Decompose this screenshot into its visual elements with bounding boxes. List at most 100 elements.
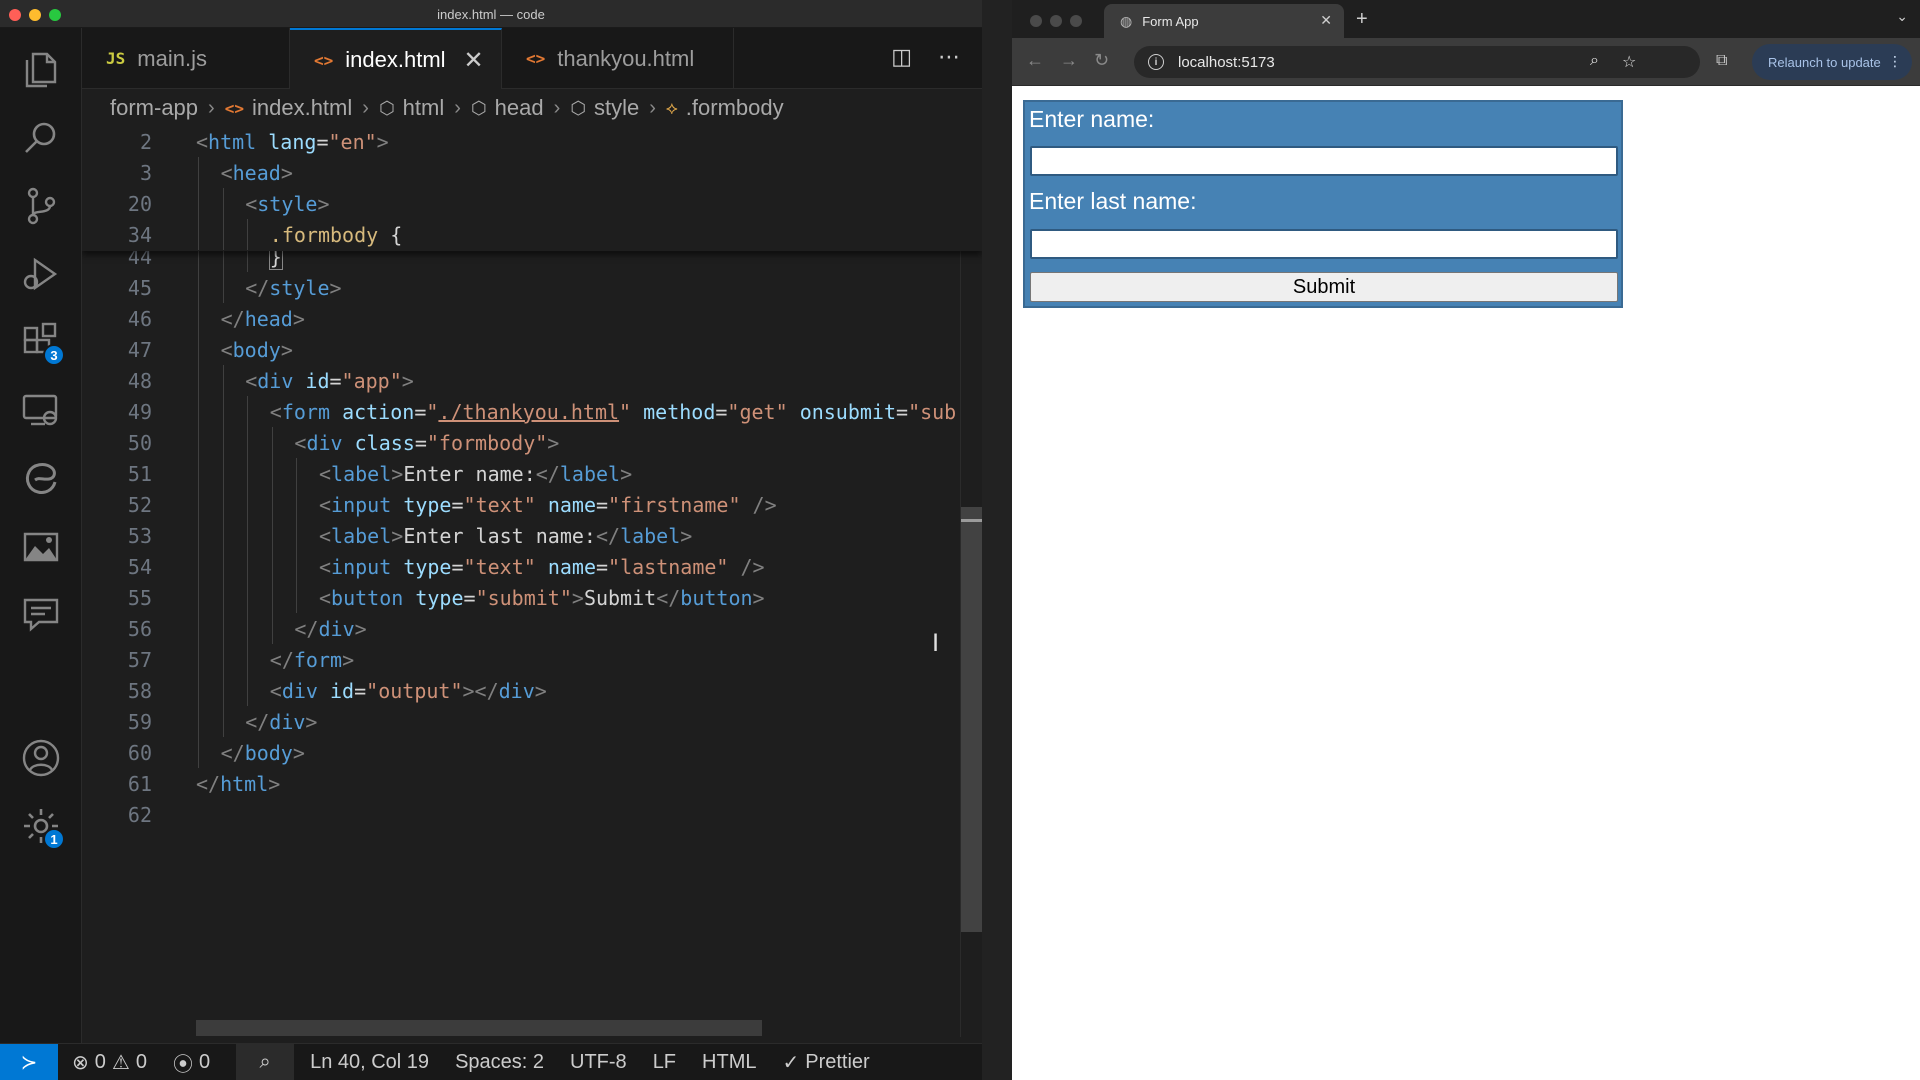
- indent-guide: [222, 489, 224, 520]
- cursor-position[interactable]: Ln 40, Col 19: [310, 1051, 429, 1074]
- browser-menu-icon[interactable]: ⋮: [1888, 53, 1902, 70]
- indent-guide: [222, 396, 224, 427]
- settings-gear-icon[interactable]: 1: [13, 798, 69, 854]
- source-control-icon[interactable]: [13, 178, 69, 234]
- code-token: <: [269, 678, 282, 703]
- code-token: "lastname": [608, 554, 729, 579]
- code-line[interactable]: 60 </body>: [82, 737, 982, 768]
- line-number: 62: [127, 802, 152, 827]
- new-tab-icon[interactable]: +: [1356, 8, 1368, 31]
- code-line[interactable]: 52 <input type="text" name="firstname" />: [82, 489, 982, 520]
- code-token: style: [269, 275, 330, 300]
- code-token: <: [319, 461, 332, 486]
- explorer-icon[interactable]: [13, 42, 69, 98]
- code-line[interactable]: 49 <form action="./thankyou.html" method=…: [82, 396, 982, 427]
- code-line[interactable]: 47 <body>: [82, 334, 982, 365]
- more-actions-icon[interactable]: ⋯: [938, 44, 960, 70]
- scrollbar-thumb[interactable]: [961, 507, 982, 932]
- code-line[interactable]: 57 </form>: [82, 644, 982, 675]
- code-line[interactable]: 48 <div id="app">: [82, 365, 982, 396]
- indent-guide: [222, 188, 224, 219]
- code-line[interactable]: 61 </html>: [82, 768, 982, 799]
- vertical-scrollbar[interactable]: [960, 127, 982, 1037]
- browser-tab[interactable]: ◍ Form App ✕: [1104, 4, 1344, 38]
- tab-search-icon[interactable]: ⌄: [1896, 8, 1908, 25]
- edge-tools-icon[interactable]: [13, 450, 69, 506]
- ports-indicator[interactable]: ⦿ 0: [173, 1048, 210, 1077]
- breadcrumb-item[interactable]: style: [594, 95, 639, 121]
- breadcrumb-item[interactable]: form-app: [110, 95, 198, 121]
- code-line[interactable]: 59 </div>: [82, 706, 982, 737]
- zoom-icon[interactable]: ⌕: [236, 1043, 295, 1080]
- extensions-puzzle-icon[interactable]: ⧉: [1716, 52, 1727, 70]
- tab-main-js[interactable]: JS main.js: [82, 28, 290, 89]
- horizontal-scrollbar-thumb[interactable]: [196, 1020, 762, 1036]
- indent-guide: [271, 613, 273, 644]
- submit-button[interactable]: Submit: [1030, 272, 1618, 302]
- close-window-button[interactable]: [1030, 15, 1042, 27]
- code-token: >: [547, 430, 560, 455]
- code-line[interactable]: 3 <head>: [82, 157, 982, 188]
- extensions-icon[interactable]: 3: [13, 314, 69, 370]
- close-tab-icon[interactable]: ✕: [464, 46, 484, 75]
- code-line[interactable]: 51 <label>Enter name:</label>: [82, 458, 982, 489]
- maximize-window-button[interactable]: [1070, 15, 1082, 27]
- code-token: name: [547, 492, 596, 517]
- code-line[interactable]: 55 <button type="submit">Submit</button>: [82, 582, 982, 613]
- code-text: <form action="./thankyou.html" method="g…: [270, 400, 956, 424]
- encoding[interactable]: UTF-8: [570, 1051, 627, 1074]
- remote-explorer-icon[interactable]: [13, 382, 69, 438]
- code-line[interactable]: 58 <div id="output"></div>: [82, 675, 982, 706]
- prettier-status[interactable]: ✓ Prettier: [782, 1050, 869, 1075]
- code-line[interactable]: 20 <style>: [82, 188, 982, 219]
- address-bar[interactable]: i localhost:5173 ⌕ ☆: [1134, 46, 1700, 78]
- code-line[interactable]: 62: [82, 799, 982, 830]
- account-icon[interactable]: [13, 730, 69, 786]
- code-line[interactable]: 54 <input type="text" name="lastname" />: [82, 551, 982, 582]
- end-of-line[interactable]: LF: [653, 1051, 676, 1074]
- search-icon[interactable]: [13, 110, 69, 166]
- relaunch-to-update-button[interactable]: Relaunch to update ⋮: [1752, 44, 1912, 80]
- code-line[interactable]: 50 <div class="formbody">: [82, 427, 982, 458]
- chat-icon[interactable]: [13, 586, 69, 642]
- first-name-input[interactable]: [1030, 146, 1618, 176]
- code-line[interactable]: 45 </style>: [82, 272, 982, 303]
- code-token: type: [403, 554, 452, 579]
- zoom-icon[interactable]: ⌕: [1590, 52, 1599, 70]
- site-info-icon[interactable]: i: [1148, 54, 1164, 70]
- tab-thankyou-html[interactable]: <> thankyou.html: [502, 28, 734, 89]
- code-editor[interactable]: 2 <html lang="en"> 3 <head> 20 <style> 34 .form…: [82, 127, 982, 1037]
- code-token: input: [331, 492, 392, 517]
- remote-indicator-icon[interactable]: ≻: [0, 1043, 58, 1080]
- run-debug-icon[interactable]: [13, 246, 69, 302]
- minimize-window-button[interactable]: [1050, 15, 1062, 27]
- warning-icon: ⚠: [111, 1051, 130, 1074]
- code-line[interactable]: 2 <html lang="en">: [82, 127, 982, 157]
- code-line[interactable]: 34 .formbody {: [82, 219, 982, 250]
- close-tab-icon[interactable]: ✕: [1320, 12, 1332, 29]
- sticky-scroll-header[interactable]: 2 <html lang="en"> 3 <head> 20 <style> 34 .form…: [82, 127, 982, 251]
- forward-icon[interactable]: →: [1060, 50, 1078, 71]
- indent-guide: [198, 157, 199, 188]
- tab-index-html[interactable]: <> index.html ✕: [290, 28, 502, 90]
- html-file-icon: <>: [224, 98, 244, 118]
- breadcrumb-item[interactable]: .formbody: [686, 95, 784, 121]
- code-token: head: [244, 306, 293, 331]
- code-line[interactable]: 53 <label>Enter last name:</label>: [82, 520, 982, 551]
- breadcrumb-item[interactable]: index.html: [252, 95, 352, 121]
- indentation[interactable]: Spaces: 2: [455, 1051, 544, 1074]
- code-line[interactable]: 56 </div>: [82, 613, 982, 644]
- back-icon[interactable]: ←: [1026, 50, 1044, 71]
- split-editor-icon[interactable]: ◫: [891, 44, 912, 70]
- bookmark-star-icon[interactable]: ☆: [1622, 52, 1636, 72]
- reload-icon[interactable]: ↻: [1094, 50, 1109, 71]
- code-line[interactable]: 46 </head>: [82, 303, 982, 334]
- breadcrumb-item[interactable]: html: [403, 95, 445, 121]
- indent-guide: [247, 427, 249, 458]
- problems-indicator[interactable]: ⊗ 0 ⚠ 0: [72, 1050, 147, 1075]
- breadcrumb-item[interactable]: head: [495, 95, 544, 121]
- last-name-input[interactable]: [1030, 229, 1618, 259]
- image-preview-icon[interactable]: [13, 518, 69, 574]
- code-token: .formbody: [269, 222, 379, 247]
- language-mode[interactable]: HTML: [702, 1051, 756, 1074]
